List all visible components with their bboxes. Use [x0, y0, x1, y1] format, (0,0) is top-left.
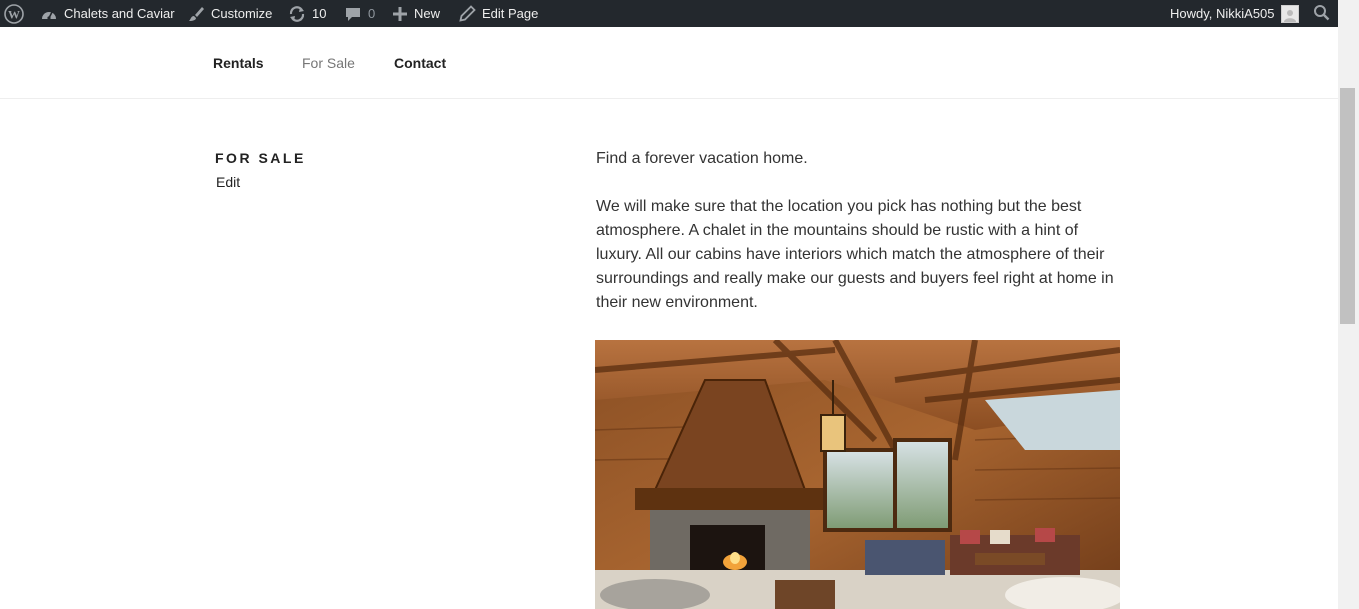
svg-text:W: W: [8, 7, 20, 21]
nav-item-rentals[interactable]: Rentals: [213, 55, 264, 71]
pencil-icon: [459, 5, 476, 22]
edit-page-label: Edit Page: [482, 6, 539, 21]
intro-paragraph: Find a forever vacation home.: [596, 150, 808, 167]
edit-link[interactable]: Edit: [216, 174, 240, 190]
site-name-link[interactable]: Chalets and Caviar: [40, 0, 175, 27]
updates-count: 10: [312, 6, 327, 21]
site-name: Chalets and Caviar: [64, 6, 175, 21]
admin-bar: W Chalets and Caviar Customize 10 0 New …: [0, 0, 1338, 27]
new-label: New: [414, 6, 441, 21]
page-scrollbar[interactable]: [1338, 0, 1359, 609]
nav-item-contact[interactable]: Contact: [394, 55, 446, 71]
search-icon: [1313, 4, 1330, 24]
page-content: Find a forever vacation home. We will ma…: [596, 147, 1124, 339]
new-content-link[interactable]: New: [392, 0, 440, 27]
edit-page-link[interactable]: Edit Page: [459, 0, 538, 27]
brush-icon: [187, 5, 205, 23]
wp-logo-menu[interactable]: W: [4, 0, 30, 27]
howdy-label: Howdy, NikkiA505: [1170, 6, 1275, 21]
customize-label: Customize: [211, 6, 273, 21]
comments-count: 0: [368, 6, 376, 21]
scrollbar-thumb[interactable]: [1340, 88, 1355, 324]
search-button[interactable]: [1313, 0, 1330, 27]
nav-item-for-sale[interactable]: For Sale: [302, 55, 355, 71]
body-paragraph: We will make sure that the location you …: [596, 198, 1114, 311]
dashboard-icon: [40, 6, 58, 22]
avatar-icon: [1280, 4, 1299, 23]
comments-link[interactable]: 0: [344, 0, 375, 27]
chalet-interior-image: [595, 340, 1120, 609]
updates-icon: [288, 5, 306, 23]
customize-link[interactable]: Customize: [187, 0, 272, 27]
site-navigation: Rentals For Sale Contact: [0, 27, 1338, 99]
page-title: FOR SALE: [215, 150, 306, 166]
comment-icon: [344, 6, 362, 22]
updates-link[interactable]: 10: [288, 0, 326, 27]
my-account-link[interactable]: Howdy, NikkiA505: [1170, 0, 1299, 27]
plus-icon: [392, 6, 408, 22]
wordpress-icon: W: [4, 3, 24, 24]
